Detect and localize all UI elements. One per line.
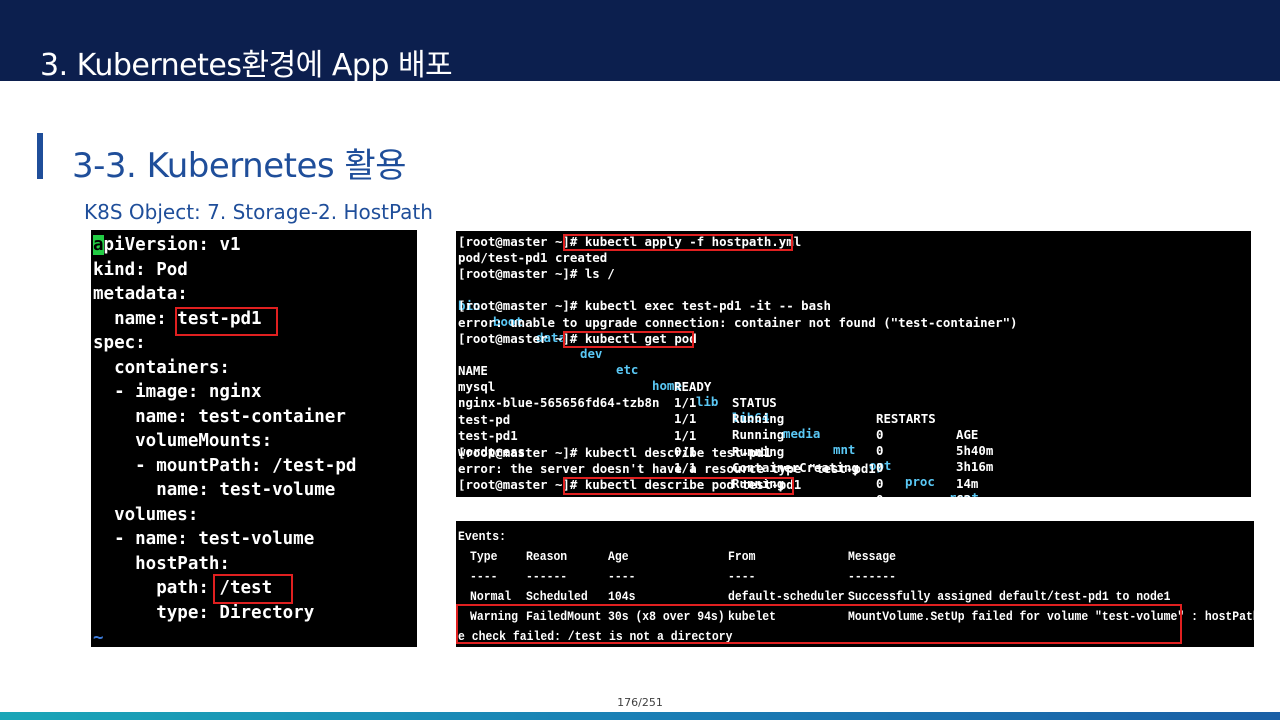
events-terminal-panel: Events: Type Reason Age From Message ---… xyxy=(456,521,1254,647)
table-row: wordpress 1/1 Running 0 5h40m xyxy=(458,444,883,497)
pod-table-header: NAME READY STATUS RESTARTS AGE xyxy=(458,363,979,442)
yaml-line: volumes: xyxy=(93,505,199,525)
yaml-line: kind: Pod xyxy=(93,260,188,280)
table-row: mysql 1/1 Running 0 5h40m xyxy=(458,379,994,458)
table-row: test-pd 1/1 Running 0 14m xyxy=(458,412,979,491)
yaml-line: - name: test-volume xyxy=(93,529,315,549)
yaml-line: hostPath: xyxy=(93,554,230,574)
highlight-box-describe xyxy=(563,477,794,495)
highlight-box-apply xyxy=(563,234,793,251)
events-header-age: Age xyxy=(608,549,629,564)
shell-line: [root@master ~]# ls / xyxy=(458,266,615,281)
footer-bar xyxy=(0,712,1280,720)
events-dashes: ---- xyxy=(608,569,636,584)
yaml-line: - mountPath: /test-pd xyxy=(93,456,357,476)
events-dashes: ---- xyxy=(470,569,498,584)
header-title: 3. Kubernetes환경에 App 배포 xyxy=(40,48,453,83)
events-dashes: ------- xyxy=(848,569,897,584)
yaml-line: name: test-volume xyxy=(93,480,336,500)
shell-terminal-panel: [root@master ~]# kubectl apply -f hostpa… xyxy=(456,231,1251,497)
events-header-reason: Reason xyxy=(526,549,568,564)
yaml-line: type: Directory xyxy=(93,603,315,623)
section-marker xyxy=(37,133,43,179)
shell-line: error: unable to upgrade connection: con… xyxy=(458,315,1018,330)
subtitle: K8S Object: 7. Storage-2. HostPath xyxy=(84,200,433,224)
shell-line: pod/test-pd1 created xyxy=(458,250,608,265)
yaml-line: - image: nginx xyxy=(93,382,262,402)
yaml-line: containers: xyxy=(93,358,230,378)
shell-line: error: the server doesn't have a resourc… xyxy=(458,461,884,476)
events-label: Events: xyxy=(458,529,507,544)
ls-item: proc xyxy=(905,474,935,489)
ls-item: mnt xyxy=(833,442,856,457)
highlight-box-name xyxy=(175,307,278,336)
table-row: test-pd1 0/1 ContainerCreating 0 62s xyxy=(458,428,978,497)
yaml-editor-panel: apiVersion: v1 kind: Pod metadata: name:… xyxy=(91,230,417,647)
editor-cursor: a xyxy=(93,235,104,255)
highlight-box-path xyxy=(213,574,293,604)
highlight-box-get-pod xyxy=(563,331,694,348)
events-dashes: ---- xyxy=(728,569,756,584)
yaml-line: apiVersion: v1 xyxy=(93,235,241,255)
shell-line: [root@master ~]# kubectl exec test-pd1 -… xyxy=(458,298,831,313)
table-row: nginx-blue-565656fd64-tzb8n 1/1 Running … xyxy=(458,395,994,474)
ls-output-line: bin boot data dev etc home lib lib64 med… xyxy=(456,282,1251,497)
events-header-from: From xyxy=(728,549,756,564)
page-number: 176/251 xyxy=(617,696,663,709)
events-header-type: Type xyxy=(470,549,498,564)
yaml-line: metadata: xyxy=(93,284,188,304)
events-header-message: Message xyxy=(848,549,897,564)
yaml-line: spec: xyxy=(93,333,146,353)
yaml-line: volumeMounts: xyxy=(93,431,273,451)
section-title: 3-3. Kubernetes 활용 xyxy=(72,146,406,186)
events-dashes: ------ xyxy=(526,569,568,584)
highlight-box-warning xyxy=(456,604,1182,644)
vim-tilde: ~ xyxy=(93,628,104,647)
yaml-line: name: test-container xyxy=(93,407,346,427)
shell-line: [root@master ~]# kubectl describe test-p… xyxy=(458,445,772,460)
